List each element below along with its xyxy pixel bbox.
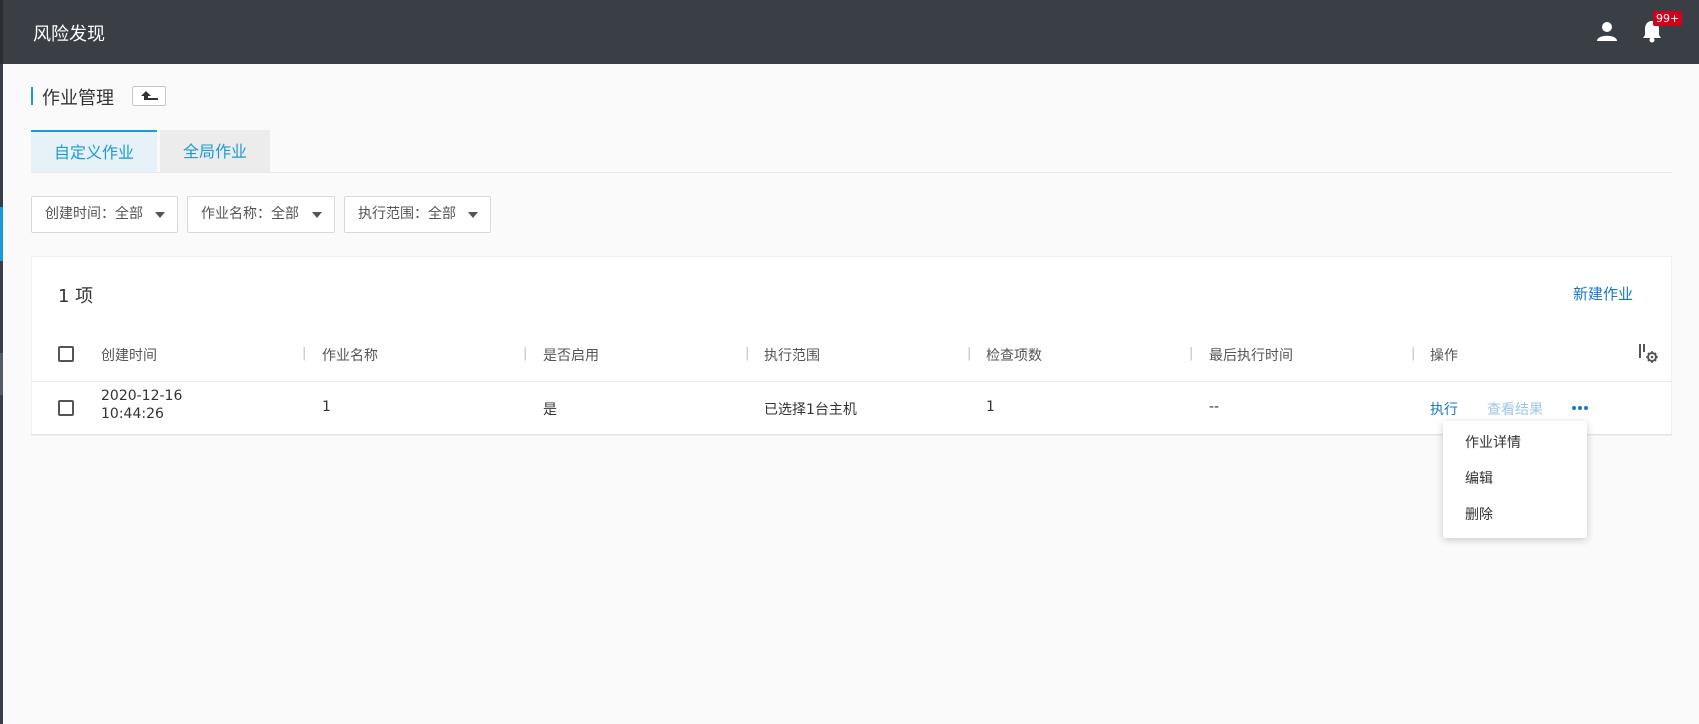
table-row-divider (31, 434, 1672, 435)
tabs-divider (31, 172, 1672, 173)
column-header-enabled[interactable]: 是否启用 (543, 345, 599, 365)
column-separator: | (967, 346, 972, 361)
filter-exec-scope[interactable]: 执行范围：全部 (344, 196, 491, 233)
column-settings-icon[interactable] (1638, 343, 1658, 363)
menu-item-job-details[interactable]: 作业详情 (1465, 432, 1521, 452)
cell-exec-scope: 已选择1台主机 (764, 402, 857, 418)
sidebar-active-marker (0, 207, 3, 261)
notification-badge: 99+ (1653, 11, 1683, 26)
collapse-button[interactable] (132, 86, 166, 106)
column-header-last-exec-time[interactable]: 最后执行时间 (1209, 345, 1293, 365)
sidebar-marker (0, 353, 3, 395)
filter-created-time[interactable]: 创建时间：全部 (31, 196, 178, 233)
caret-down-icon (312, 212, 322, 218)
cell-job-name: 1 (322, 399, 331, 415)
column-separator: | (1189, 346, 1194, 361)
column-separator: | (745, 346, 750, 361)
new-job-button[interactable]: 新建作业 (1573, 283, 1633, 304)
column-separator: | (523, 346, 528, 361)
more-actions-menu: 作业详情 编辑 删除 (1443, 421, 1587, 538)
column-header-exec-scope[interactable]: 执行范围 (764, 345, 820, 365)
column-header-created-time[interactable]: 创建时间 (101, 345, 157, 365)
caret-down-icon (155, 212, 165, 218)
top-nav-bar: 风险发现 99+ (0, 0, 1699, 64)
row-checkbox[interactable] (58, 400, 74, 416)
page-title: 作业管理 (42, 88, 114, 109)
cell-created-date: 2020-12-16 (101, 388, 183, 404)
filter-job-name[interactable]: 作业名称：全部 (187, 196, 335, 233)
column-header-check-count[interactable]: 检查项数 (986, 345, 1042, 365)
cell-check-count: 1 (986, 399, 995, 415)
filter-label: 执行范围：全部 (358, 206, 456, 222)
view-results-link[interactable]: 查看结果 (1487, 399, 1543, 419)
user-icon[interactable] (1596, 20, 1618, 42)
app-title: 风险发现 (33, 24, 105, 45)
tab-global-jobs[interactable]: 全局作业 (160, 130, 270, 173)
filter-label: 作业名称：全部 (201, 206, 299, 222)
column-separator: | (302, 346, 307, 361)
page-title-accent (31, 87, 33, 105)
tab-custom-jobs[interactable]: 自定义作业 (31, 130, 157, 173)
column-header-actions: 操作 (1430, 348, 1458, 364)
collapse-up-icon (141, 91, 158, 100)
more-icon[interactable] (1571, 403, 1589, 413)
column-header-job-name[interactable]: 作业名称 (322, 345, 378, 365)
menu-item-delete[interactable]: 删除 (1465, 504, 1493, 524)
execute-link[interactable]: 执行 (1430, 399, 1458, 419)
cell-enabled: 是 (543, 402, 557, 418)
select-all-checkbox[interactable] (58, 346, 74, 362)
column-separator: | (1411, 346, 1416, 361)
caret-down-icon (468, 212, 478, 218)
menu-item-edit[interactable]: 编辑 (1465, 468, 1493, 488)
table-header-divider (31, 381, 1672, 382)
cell-created-time: 10:44:26 (101, 406, 164, 422)
item-count: 1 项 (58, 286, 94, 307)
filter-label: 创建时间：全部 (45, 206, 143, 222)
cell-last-exec-time: -- (1209, 399, 1220, 415)
